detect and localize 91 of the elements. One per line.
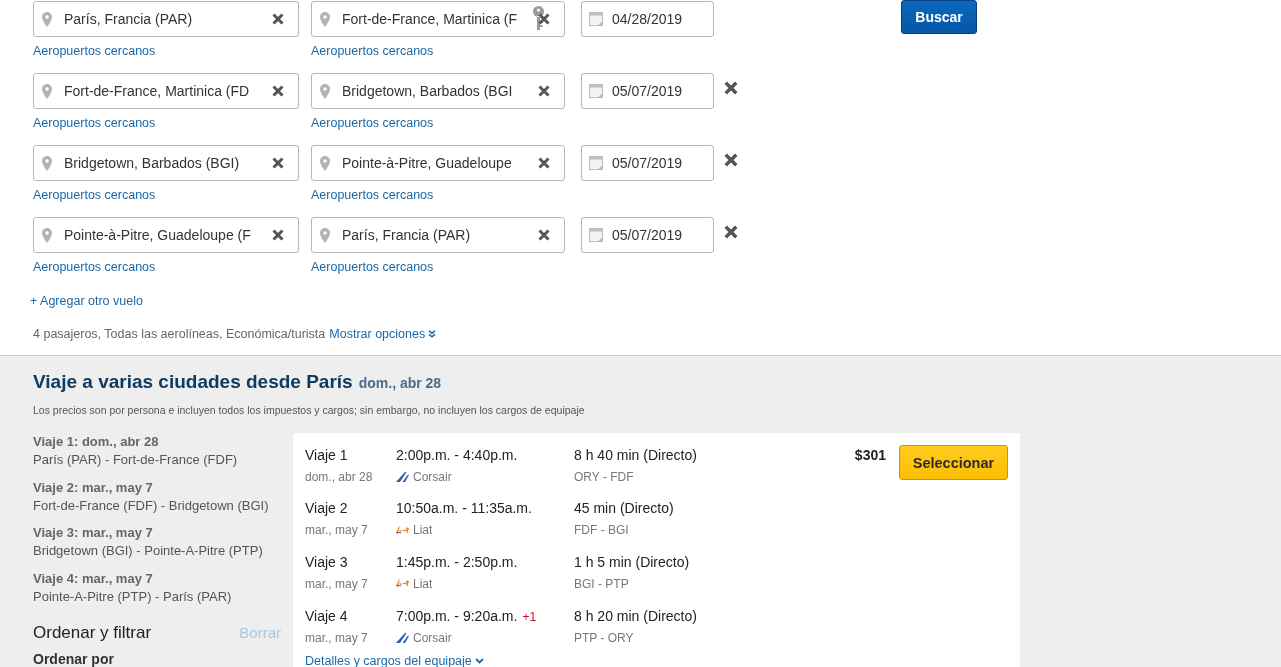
nearby-airports-link[interactable]: Aeropuertos cercanos [33, 115, 156, 131]
price: $301 [854, 447, 886, 464]
trip-heading: Viaje 2: mar., may 7 [33, 478, 154, 497]
airline-name: Liat [413, 576, 433, 591]
remove-flight-icon[interactable] [724, 153, 738, 167]
location-pin-icon [42, 228, 52, 243]
location-field[interactable]: Bridgetown, Barbados (BGI [311, 73, 565, 109]
calendar-icon [589, 228, 603, 242]
clear-icon[interactable] [272, 229, 284, 241]
leg-duration: 8 h 20 min (Directo) [574, 607, 697, 624]
airline-name: Corsair [413, 469, 452, 484]
nearby-airports-link[interactable]: Aeropuertos cercanos [311, 187, 434, 203]
calendar-icon [589, 84, 603, 98]
trip-heading: Viaje 3: mar., may 7 [33, 524, 154, 542]
location-pin-icon [320, 156, 330, 171]
nearby-airports-link[interactable]: Aeropuertos cercanos [33, 259, 156, 275]
add-flight-link[interactable]: + Agregar otro vuelo [30, 294, 143, 308]
leg-airports: FDF - BGI [574, 523, 629, 538]
select-button[interactable]: Seleccionar [899, 445, 1008, 480]
leg-date: mar., may 7 [305, 576, 368, 591]
leg-airports: BGI - PTP [574, 576, 629, 591]
calendar-icon [589, 156, 603, 170]
location-field[interactable]: París, Francia (PAR) [33, 1, 299, 37]
nearby-airports-link[interactable]: Aeropuertos cercanos [33, 43, 156, 59]
location-pin-icon [320, 228, 330, 243]
trip-route: Fort-de-France (FDF) - Bridgetown (BGI) [33, 496, 270, 515]
trip-route: Bridgetown (BGI) - Pointe-A-Pitre (PTP) [33, 542, 264, 560]
location-field[interactable]: París, Francia (PAR) [311, 217, 565, 253]
location-field[interactable]: Pointe-à-Pitre, Guadeloupe [311, 145, 565, 181]
location-field[interactable]: Fort-de-France, Martinica (F [311, 1, 565, 37]
leg-duration: 1 h 5 min (Directo) [574, 553, 690, 570]
leg-label: Viaje 1 [305, 446, 348, 463]
date-field[interactable]: 05/07/2019 [581, 73, 714, 109]
search-button[interactable]: Buscar [901, 0, 977, 34]
chevron-down-icon [474, 658, 484, 665]
leg-label: Viaje 3 [305, 553, 348, 570]
clear-icon[interactable] [272, 85, 284, 97]
leg-date: dom., abr 28 [305, 469, 373, 484]
leg-label: Viaje 2 [305, 500, 348, 517]
leg-date: mar., may 7 [305, 630, 368, 645]
trip-heading: Viaje 4: mar., may 7 [33, 569, 154, 588]
airline-name: Liat [413, 523, 433, 538]
trip-route: París (PAR) - Fort-de-France (FDF) [33, 451, 239, 469]
options-summary: 4 pasajeros, Todas las aerolíneas, Económica/turista [33, 327, 326, 341]
leg-duration: 8 h 40 min (Directo) [574, 446, 697, 463]
sort-by-label: Ordenar por [33, 651, 114, 667]
remove-flight-icon[interactable] [724, 225, 738, 239]
clear-icon[interactable] [538, 13, 550, 25]
clear-icon[interactable] [272, 157, 284, 169]
double-chevron-down-icon [428, 330, 437, 338]
location-field[interactable]: Pointe-à-Pitre, Guadeloupe (F [33, 217, 299, 253]
leg-date: mar., may 7 [305, 523, 368, 538]
show-options-link[interactable]: Mostrar opciones [329, 327, 426, 341]
nearby-airports-link[interactable]: Aeropuertos cercanos [33, 187, 156, 203]
leg-times: 1:45p.m. - 2:50p.m. [396, 553, 518, 570]
clear-icon[interactable] [272, 13, 284, 25]
date-field[interactable]: 04/28/2019 [581, 1, 714, 37]
nearby-airports-link[interactable]: Aeropuertos cercanos [311, 115, 434, 131]
nearby-airports-link[interactable]: Aeropuertos cercanos [311, 43, 434, 59]
location-field[interactable]: Fort-de-France, Martinica (FD [33, 73, 299, 109]
location-field[interactable]: Bridgetown, Barbados (BGI) [33, 145, 299, 181]
location-pin-icon [42, 12, 52, 27]
leg-airports: PTP - ORY [574, 630, 634, 645]
airline-name: Corsair [413, 630, 452, 645]
price-note: Los precios son por persona e incluyen todos los impuestos y cargos; sin embargo, no incluyen los cargos de equipaje [33, 403, 586, 417]
leg-duration: 45 min (Directo) [574, 500, 674, 517]
key-icon[interactable] [532, 6, 545, 30]
calendar-icon [589, 12, 603, 26]
location-pin-icon [42, 156, 52, 171]
leg-times: 10:50a.m. - 11:35a.m. [396, 500, 532, 517]
location-pin-icon [42, 84, 52, 99]
remove-flight-icon[interactable] [724, 81, 738, 95]
next-day-label: +1 [522, 609, 537, 624]
leg-airports: ORY - FDF [574, 469, 634, 484]
sort-filter-title: Ordenar y filtrar [33, 621, 152, 644]
trip-route: Pointe-A-Pitre (PTP) - París (PAR) [33, 587, 233, 606]
date-field[interactable]: 05/07/2019 [581, 217, 714, 253]
leg-times: 7:00p.m. - 9:20a.m. [396, 607, 518, 624]
clear-icon[interactable] [538, 85, 550, 97]
clear-icon[interactable] [538, 229, 550, 241]
location-pin-icon [320, 84, 330, 99]
clear-icon[interactable] [538, 157, 550, 169]
date-field[interactable]: 05/07/2019 [581, 145, 714, 181]
leg-times: 2:00p.m. - 4:40p.m. [396, 446, 518, 463]
results-date: dom., abr 28 [358, 374, 442, 393]
results-title: Viaje a varias ciudades desde París [33, 370, 353, 394]
leg-label: Viaje 4 [305, 607, 348, 624]
baggage-details-link[interactable]: Detalles y cargos del equipaje [305, 653, 484, 667]
location-pin-icon [320, 12, 330, 27]
nearby-airports-link[interactable]: Aeropuertos cercanos [311, 259, 434, 275]
trip-heading: Viaje 1: dom., abr 28 [33, 433, 160, 451]
